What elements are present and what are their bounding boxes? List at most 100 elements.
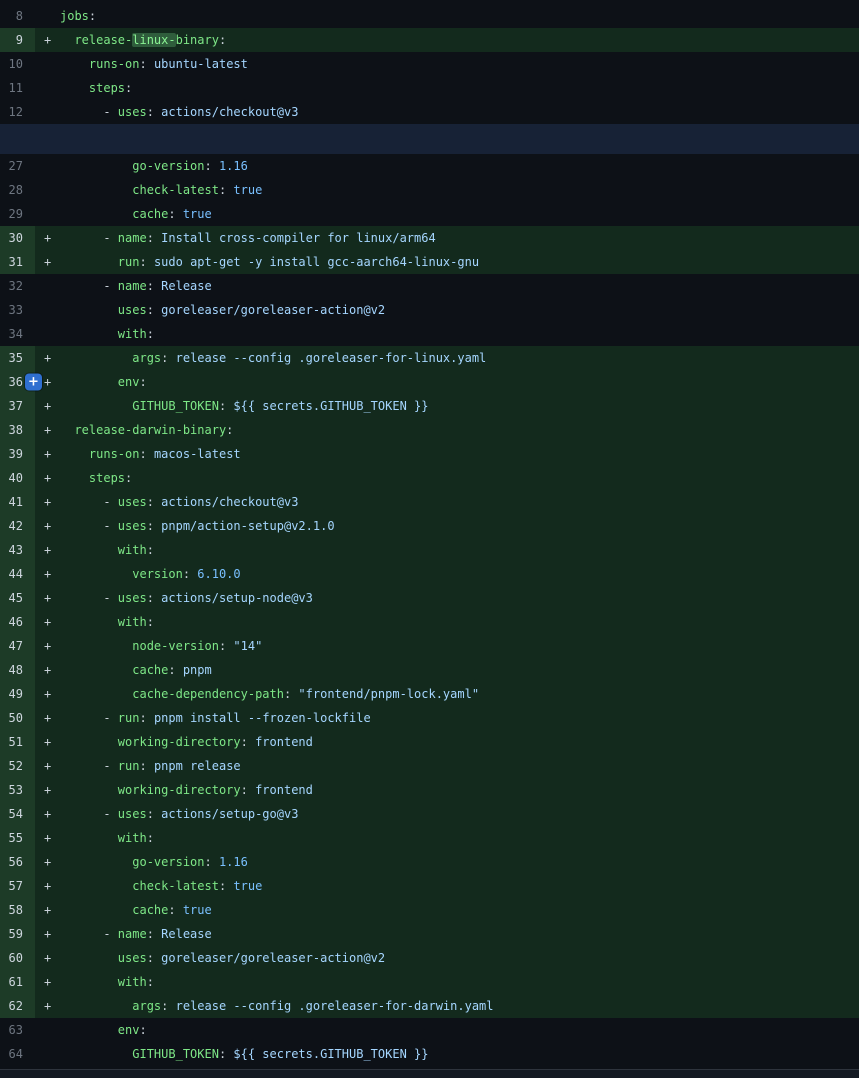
diff-row: 51+ working-directory: frontend (0, 730, 859, 754)
line-number[interactable]: 37 (0, 394, 35, 418)
code-line: + working-directory: frontend (35, 730, 859, 754)
code-token-string: "14" (226, 639, 262, 653)
line-number[interactable]: 63 (0, 1018, 35, 1042)
code-line: with: (35, 322, 859, 346)
code-token-key: uses (60, 303, 147, 317)
line-number[interactable]: 56 (0, 850, 35, 874)
line-number[interactable]: 12 (0, 100, 35, 124)
diff-row: 46+ with: (0, 610, 859, 634)
added-marker: + (44, 706, 51, 730)
diff-row: 43+ with: (0, 538, 859, 562)
code-line: go-version: 1.16 (35, 154, 859, 178)
code-line: + GITHUB_TOKEN: ${{ secrets.GITHUB_TOKEN… (35, 394, 859, 418)
line-number[interactable]: 61 (0, 970, 35, 994)
code-token-plain: - (60, 495, 118, 509)
line-number[interactable]: 46 (0, 610, 35, 634)
diff-row: 52+ - run: pnpm release (0, 754, 859, 778)
code-token-key: args (60, 999, 161, 1013)
line-number[interactable]: 64 (0, 1042, 35, 1066)
code-token-plain: - (60, 591, 118, 605)
line-number[interactable]: 43 (0, 538, 35, 562)
line-number[interactable]: 52 (0, 754, 35, 778)
line-number[interactable]: 48 (0, 658, 35, 682)
code-token-key: binary (176, 33, 219, 47)
code-token-plain: - (60, 807, 118, 821)
line-number[interactable]: 42 (0, 514, 35, 538)
added-marker: + (44, 466, 51, 490)
line-number[interactable]: 45 (0, 586, 35, 610)
line-number[interactable]: 39 (0, 442, 35, 466)
line-number[interactable]: 33 (0, 298, 35, 322)
code-token-key: release-darwin-binary (60, 423, 226, 437)
added-marker: + (44, 490, 51, 514)
code-token-key: with (60, 831, 147, 845)
code-token-key: cache (60, 903, 168, 917)
code-line: + run: sudo apt-get -y install gcc-aarch… (35, 250, 859, 274)
code-token-number: true (226, 183, 262, 197)
line-number[interactable]: 54 (0, 802, 35, 826)
code-token-key: check-latest (60, 879, 219, 893)
line-number[interactable]: 58 (0, 898, 35, 922)
line-number[interactable]: 8 (0, 4, 35, 28)
line-number[interactable]: 27 (0, 154, 35, 178)
line-number[interactable]: 50 (0, 706, 35, 730)
line-number[interactable]: 28 (0, 178, 35, 202)
added-marker: + (44, 850, 51, 874)
code-token-string: release --config .goreleaser-for-darwin.… (168, 999, 493, 1013)
line-number[interactable]: 60 (0, 946, 35, 970)
added-marker: + (44, 778, 51, 802)
diff-row: 63 env: (0, 1018, 859, 1042)
code-token-plain: : (168, 207, 175, 221)
line-number[interactable]: 38 (0, 418, 35, 442)
code-token-plain: : (147, 975, 154, 989)
code-token-string: frontend (248, 783, 313, 797)
code-token-plain: : (147, 303, 154, 317)
code-token-key: run (60, 255, 139, 269)
code-token-plain: : (139, 57, 146, 71)
line-number[interactable]: 29 (0, 202, 35, 226)
line-number[interactable]: 62 (0, 994, 35, 1018)
line-number[interactable]: 51 (0, 730, 35, 754)
line-number[interactable]: 9 (0, 28, 35, 52)
code-token-key: steps (60, 81, 125, 95)
line-number[interactable]: 57 (0, 874, 35, 898)
code-token-key: release- (60, 33, 132, 47)
diff-row: 10 runs-on: ubuntu-latest (0, 52, 859, 76)
code-token-key: GITHUB_TOKEN (60, 399, 219, 413)
line-number[interactable]: 34 (0, 322, 35, 346)
add-line-comment-button[interactable]: + (25, 374, 42, 391)
code-token-plain: : (139, 375, 146, 389)
code-line: GITHUB_TOKEN: ${{ secrets.GITHUB_TOKEN }… (35, 1042, 859, 1066)
code-token-key: go-version (60, 855, 205, 869)
code-line: + go-version: 1.16 (35, 850, 859, 874)
line-number[interactable]: 41 (0, 490, 35, 514)
added-marker: + (44, 226, 51, 250)
code-token-plain: : (89, 9, 96, 23)
line-number[interactable]: 44 (0, 562, 35, 586)
line-number[interactable]: 35 (0, 346, 35, 370)
line-number[interactable]: 40 (0, 466, 35, 490)
code-token-plain: : (147, 951, 154, 965)
line-number[interactable]: 32 (0, 274, 35, 298)
line-number[interactable]: 10 (0, 52, 35, 76)
code-token-plain: - (60, 279, 118, 293)
line-number[interactable]: 11 (0, 76, 35, 100)
diff-row: 61+ with: (0, 970, 859, 994)
line-number[interactable]: 59 (0, 922, 35, 946)
diff-row: 45+ - uses: actions/setup-node@v3 (0, 586, 859, 610)
line-number[interactable]: 30 (0, 226, 35, 250)
code-token-plain: : (168, 663, 175, 677)
expand-hunk-band[interactable] (0, 124, 859, 154)
line-number[interactable]: 47 (0, 634, 35, 658)
diff-row: 58+ cache: true (0, 898, 859, 922)
code-line: + uses: goreleaser/goreleaser-action@v2 (35, 946, 859, 970)
line-number[interactable]: 53 (0, 778, 35, 802)
line-number[interactable]: 31 (0, 250, 35, 274)
code-line: steps: (35, 76, 859, 100)
line-number[interactable]: 55 (0, 826, 35, 850)
code-token-string: macos-latest (147, 447, 241, 461)
code-token-plain: : (147, 495, 154, 509)
code-line: + - uses: actions/setup-node@v3 (35, 586, 859, 610)
added-marker: + (44, 514, 51, 538)
line-number[interactable]: 49 (0, 682, 35, 706)
